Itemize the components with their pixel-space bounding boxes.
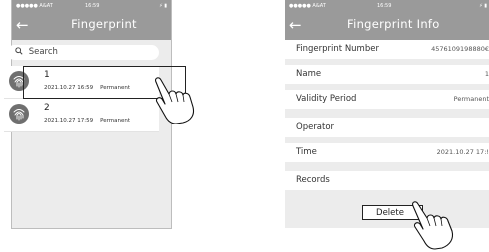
records-row[interactable]: Records: [285, 171, 489, 190]
nav-header: ← Fingerprint Info: [285, 13, 489, 40]
fingerprint-number-value: 4576109198880€: [431, 45, 489, 53]
carrier-label: ●●●●● A&AT: [289, 3, 326, 9]
search-input[interactable]: Search: [7, 45, 159, 60]
fingerprint-number-row: Fingerprint Number 4576109198880€: [285, 40, 489, 59]
validity-period-row[interactable]: Validity Period Permanent: [285, 90, 489, 109]
search-placeholder: Search: [28, 47, 58, 57]
time-value: 2021.10.27 17:!: [436, 148, 489, 156]
fingerprint-meta: 2021.10.27 17:59 Permanent: [44, 118, 131, 124]
tap-hand-icon: [155, 77, 195, 124]
battery-icon: ⚡ ▮: [159, 3, 167, 9]
operator-row: Operator: [285, 118, 489, 137]
fingerprint-item-2[interactable]: 2 2021.10.27 17:59 Permanent: [4, 99, 159, 132]
page-title: Fingerprint: [71, 17, 137, 31]
search-icon: [15, 47, 26, 57]
status-bar: ●●●●● A&AT 16:59 ⚡ ▮: [285, 0, 489, 13]
name-value: 1: [484, 70, 489, 78]
carrier-label: ●●●●● A&AT: [16, 3, 53, 9]
status-bar: ●●●●● A&AT 16:59 ⚡ ▮: [12, 0, 171, 13]
fingerprint-icon: [9, 104, 29, 124]
validity-period-value: Permanent: [453, 95, 489, 103]
fingerprint-info-screen: ●●●●● A&AT 16:59 ⚡ ▮ ← Fingerprint Info …: [285, 0, 489, 228]
tap-hand-icon: [412, 201, 454, 250]
status-time: 16:59: [85, 3, 100, 9]
name-row[interactable]: Name 1: [285, 65, 489, 84]
time-row: Time 2021.10.27 17:!: [285, 143, 489, 162]
page-title: Fingerprint Info: [347, 17, 440, 31]
status-time: 16:59: [377, 3, 392, 9]
battery-icon: ⚡ ▮: [479, 3, 487, 9]
fingerprint-number: 2: [44, 103, 50, 113]
back-arrow-icon[interactable]: ←: [16, 15, 29, 35]
back-arrow-icon[interactable]: ←: [289, 15, 302, 35]
nav-header: ← Fingerprint: [12, 13, 171, 40]
